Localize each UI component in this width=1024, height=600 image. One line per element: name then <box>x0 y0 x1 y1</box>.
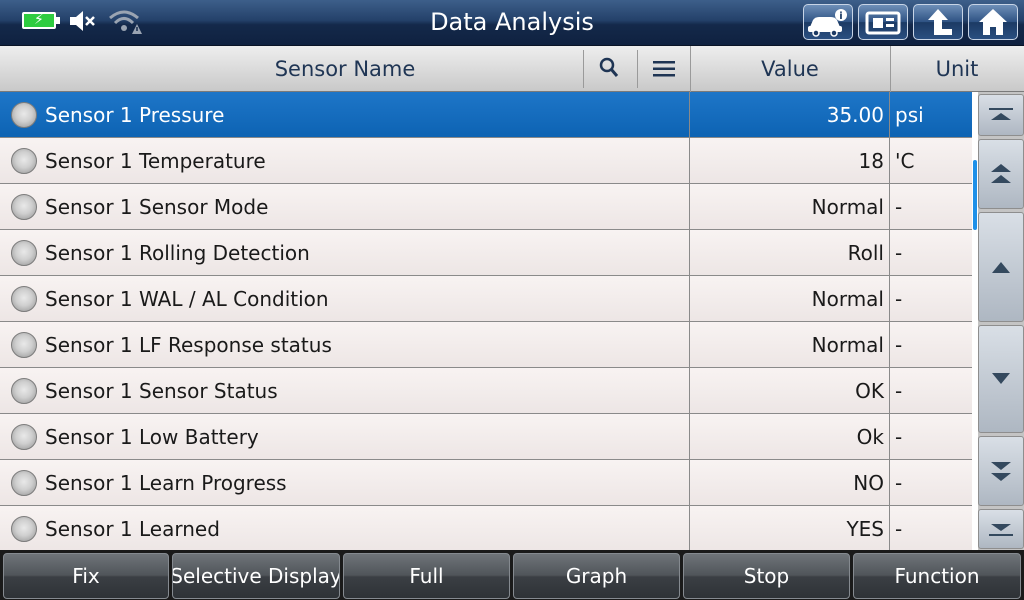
row-radio-icon[interactable] <box>11 470 37 496</box>
scroll-up-icon <box>992 262 1010 273</box>
menu-icon[interactable] <box>652 58 676 80</box>
row-value: Normal <box>811 287 884 311</box>
row-value: OK <box>855 379 884 403</box>
scroll-up-button[interactable] <box>978 212 1024 322</box>
row-unit: - <box>895 195 903 219</box>
row-unit: - <box>895 287 903 311</box>
page-up-icon <box>991 164 1011 183</box>
scroll-top-icon <box>989 108 1013 120</box>
table-row[interactable]: Sensor 1 Sensor Status OK - <box>0 368 972 414</box>
row-sensor-name: Sensor 1 LF Response status <box>45 333 332 357</box>
scroll-top-button[interactable] <box>978 94 1024 136</box>
screenshot-icon <box>865 11 901 35</box>
row-radio-icon[interactable] <box>11 240 37 266</box>
row-radio-icon[interactable] <box>11 332 37 358</box>
header-sensor-name-label: Sensor Name <box>274 57 416 81</box>
row-radio-icon[interactable] <box>11 286 37 312</box>
row-unit: - <box>895 379 903 403</box>
header-unit: Unit <box>935 57 979 81</box>
table-header: Sensor Name Value Unit <box>0 46 1024 92</box>
header-divider <box>637 50 638 88</box>
sensor-table: Sensor 1 Pressure 35.00 psi Sensor 1 Tem… <box>0 92 972 550</box>
row-value: Normal <box>811 195 884 219</box>
row-unit: - <box>895 517 903 541</box>
scroll-down-icon <box>992 373 1010 384</box>
full-button[interactable]: Full <box>343 553 510 599</box>
header-value: Value <box>761 57 819 81</box>
column-divider <box>889 92 890 550</box>
page-down-button[interactable] <box>978 436 1024 506</box>
row-radio-icon[interactable] <box>11 148 37 174</box>
page-down-icon <box>991 462 1011 481</box>
row-unit: 'C <box>895 149 915 173</box>
row-unit: - <box>895 471 903 495</box>
row-sensor-name: Sensor 1 Learn Progress <box>45 471 287 495</box>
row-sensor-name: Sensor 1 Low Battery <box>45 425 259 449</box>
table-row[interactable]: Sensor 1 LF Response status Normal - <box>0 322 972 368</box>
row-sensor-name: Sensor 1 Temperature <box>45 149 266 173</box>
scroll-bottom-button[interactable] <box>978 509 1024 549</box>
row-value: Normal <box>811 333 884 357</box>
row-sensor-name: Sensor 1 WAL / AL Condition <box>45 287 329 311</box>
home-button[interactable] <box>968 4 1018 40</box>
row-sensor-name: Sensor 1 Rolling Detection <box>45 241 310 265</box>
table-row[interactable]: Sensor 1 WAL / AL Condition Normal - <box>0 276 972 322</box>
back-button[interactable] <box>913 4 963 40</box>
row-value: 35.00 <box>826 103 884 127</box>
row-radio-icon[interactable] <box>11 194 37 220</box>
scrollbar-thumb[interactable] <box>973 160 977 230</box>
table-row[interactable]: Sensor 1 Learn Progress NO - <box>0 460 972 506</box>
scroll-bottom-icon <box>989 524 1013 536</box>
table-row[interactable]: Sensor 1 Sensor Mode Normal - <box>0 184 972 230</box>
column-divider <box>689 92 690 550</box>
back-icon <box>928 9 952 35</box>
vehicle-info-icon: i <box>808 9 847 37</box>
row-value: 18 <box>858 149 884 173</box>
header-divider <box>583 50 584 88</box>
search-icon[interactable] <box>597 56 621 80</box>
table-row[interactable]: Sensor 1 Pressure 35.00 psi <box>0 92 972 138</box>
graph-button[interactable]: Graph <box>513 553 680 599</box>
row-radio-icon[interactable] <box>11 424 37 450</box>
row-sensor-name: Sensor 1 Sensor Mode <box>45 195 269 219</box>
bottom-toolbar: Fix Selective Display Full Graph Stop Fu… <box>0 550 1024 600</box>
table-row[interactable]: Sensor 1 Rolling Detection Roll - <box>0 230 972 276</box>
row-radio-icon[interactable] <box>11 378 37 404</box>
stop-button[interactable]: Stop <box>683 553 850 599</box>
screenshot-button[interactable] <box>858 4 908 40</box>
table-row[interactable]: Sensor 1 Learned YES - <box>0 506 972 550</box>
function-button[interactable]: Function <box>853 553 1021 599</box>
row-value: Roll <box>847 241 884 265</box>
row-unit: psi <box>895 103 924 127</box>
row-radio-icon[interactable] <box>11 516 37 542</box>
scroll-button-panel <box>978 92 1024 550</box>
row-value: Ok <box>856 425 884 449</box>
scroll-down-button[interactable] <box>978 325 1024 433</box>
table-row[interactable]: Sensor 1 Low Battery Ok - <box>0 414 972 460</box>
row-radio-icon[interactable] <box>11 102 37 128</box>
row-sensor-name: Sensor 1 Sensor Status <box>45 379 278 403</box>
row-value: NO <box>853 471 884 495</box>
home-icon <box>979 9 1007 35</box>
svg-text:i: i <box>839 11 842 22</box>
row-unit: - <box>895 425 903 449</box>
vehicle-info-button[interactable]: i <box>803 4 853 40</box>
fix-button[interactable]: Fix <box>3 553 169 599</box>
row-unit: - <box>895 333 903 357</box>
row-value: YES <box>846 517 884 541</box>
page-up-button[interactable] <box>978 139 1024 209</box>
header-sensor-name: Sensor Name <box>0 46 690 92</box>
selective-display-button[interactable]: Selective Display <box>172 553 340 599</box>
row-unit: - <box>895 241 903 265</box>
row-sensor-name: Sensor 1 Learned <box>45 517 220 541</box>
table-row[interactable]: Sensor 1 Temperature 18 'C <box>0 138 972 184</box>
row-sensor-name: Sensor 1 Pressure <box>45 103 225 127</box>
title-bar: ⚡ Data Analysis i <box>0 0 1024 46</box>
